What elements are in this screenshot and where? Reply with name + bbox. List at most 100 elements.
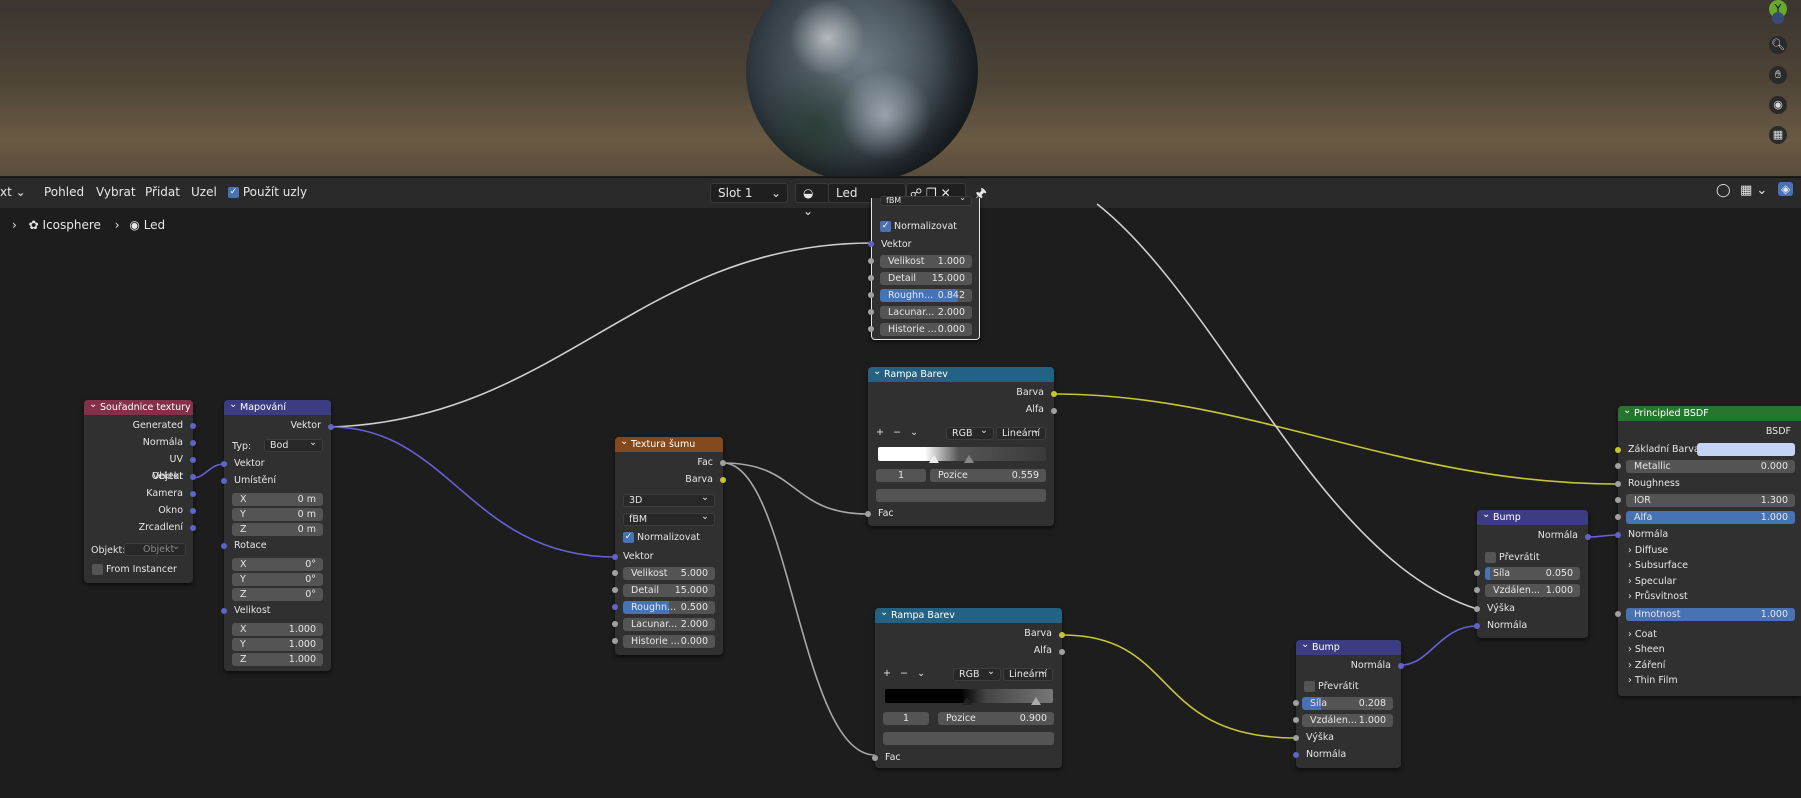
socket-strength[interactable] (1293, 700, 1299, 706)
base-color-swatch[interactable] (1697, 443, 1795, 456)
strength-slider[interactable]: Síla 0.208 (1302, 697, 1393, 710)
socket-scale[interactable] (612, 570, 618, 576)
noise-type-dropdown[interactable]: fBM (623, 511, 715, 526)
node-title[interactable]: Rampa Barev (868, 364, 1054, 382)
socket-normal-out[interactable] (1398, 663, 1404, 669)
socket-transmission-weight[interactable] (1615, 611, 1621, 617)
scale-x-field[interactable]: X 1.000 (232, 623, 323, 636)
socket-normal-in[interactable] (1293, 752, 1299, 758)
socket-scale[interactable] (868, 258, 874, 264)
position-field[interactable]: Pozice 0.900 (938, 712, 1054, 725)
node-color-ramp-1[interactable]: Rampa Barev Barva Alfa + − ⌄ RGB Lineárn… (865, 364, 1057, 526)
socket-normal-in[interactable] (1474, 623, 1480, 629)
type-dropdown[interactable]: Bod (264, 437, 323, 452)
chevron-down-icon[interactable]: ⌄ (910, 427, 918, 438)
socket-roughness[interactable] (1615, 481, 1621, 487)
distortion-field[interactable]: Historie ... 0.000 (880, 323, 972, 336)
normalize-toggle[interactable]: ✓ Normalizovat (880, 221, 957, 232)
active-stop-index[interactable]: 1 (883, 712, 929, 725)
noise-type-dropdown[interactable]: fBM (880, 194, 972, 206)
socket-strength[interactable] (1474, 570, 1480, 576)
panel-sheen[interactable]: Sheen (1628, 644, 1665, 655)
stop-color-swatch[interactable] (876, 489, 1046, 502)
ramp-stop-1[interactable] (929, 455, 939, 463)
chevron-down-icon[interactable]: ⌄ (917, 668, 925, 679)
socket-color-out[interactable] (1059, 632, 1065, 638)
interpolation-dropdown[interactable]: Lineární (996, 425, 1046, 440)
socket-lacunarity[interactable] (868, 309, 874, 315)
socket-uv[interactable] (190, 457, 196, 463)
node-noise-texture-top[interactable]: fBM ✓ Normalizovat Vektor Velikost1.000 … (868, 194, 980, 340)
node-bump-2[interactable]: Bump Normála Převrátit Síla0.050 Vzdálen… (1474, 507, 1591, 638)
socket-distance[interactable] (1293, 717, 1299, 723)
invert-toggle[interactable]: Převrátit (1304, 681, 1359, 692)
rotation-z-field[interactable]: Z 0° (232, 588, 323, 601)
node-title[interactable]: Principled BSDF (1618, 403, 1801, 421)
rotation-x-field[interactable]: X 0° (232, 558, 323, 571)
invert-toggle[interactable]: Převrátit (1485, 552, 1540, 563)
socket-generated[interactable] (190, 423, 196, 429)
roughness-slider[interactable]: Roughn... 0.842 (880, 289, 972, 302)
socket-scale[interactable] (221, 608, 227, 614)
metallic-field[interactable]: Metallic 0.000 (1626, 460, 1795, 473)
rotation-y-field[interactable]: Y 0° (232, 573, 323, 586)
object-picker-field[interactable]: Objekt (124, 541, 186, 556)
panel-thin-film[interactable]: Thin Film (1628, 675, 1678, 686)
scale-field[interactable]: Velikost 1.000 (880, 255, 972, 268)
socket-rotation[interactable] (221, 543, 227, 549)
socket-detail[interactable] (612, 587, 618, 593)
checkbox-icon[interactable] (92, 564, 103, 575)
add-stop-icon[interactable]: + (883, 668, 891, 679)
panel-coat[interactable]: Coat (1628, 629, 1657, 640)
interpolation-dropdown[interactable]: Lineární (1003, 666, 1053, 681)
position-field[interactable]: Pozice 0.559 (930, 469, 1046, 482)
socket-base-color[interactable] (1615, 447, 1621, 453)
color-mode-dropdown[interactable]: RGB (953, 666, 1001, 681)
socket-location[interactable] (221, 478, 227, 484)
socket-vector-in[interactable] (612, 554, 618, 560)
socket-reflection[interactable] (190, 525, 196, 531)
socket-window[interactable] (190, 508, 196, 514)
location-y-field[interactable]: Y0 m (232, 508, 323, 521)
normalize-toggle[interactable]: ✓ Normalizovat (623, 532, 700, 543)
socket-distance[interactable] (1474, 587, 1480, 593)
lacunarity-field[interactable]: Lacunar... 2.000 (880, 306, 972, 319)
remove-stop-icon[interactable]: − (900, 668, 908, 679)
socket-fac-out[interactable] (720, 460, 726, 466)
from-instancer-toggle[interactable]: From Instancer (92, 564, 177, 575)
scale-field[interactable]: Velikost 5.000 (623, 567, 715, 580)
ramp-stop-1[interactable] (962, 697, 972, 705)
distortion-field[interactable]: Historie ... 0.000 (623, 635, 715, 648)
socket-color-out[interactable] (1051, 391, 1057, 397)
alpha-slider[interactable]: Alfa 1.000 (1626, 511, 1795, 524)
socket-normal[interactable] (190, 440, 196, 446)
node-mapping[interactable]: Mapování Vektor Typ: Bod Vektor Umístění… (221, 397, 334, 671)
panel-subsurface[interactable]: Subsurface (1628, 560, 1688, 571)
panel-transmission[interactable]: Průsvitnost (1628, 591, 1688, 602)
panel-diffuse[interactable]: Diffuse (1628, 545, 1668, 556)
socket-fac-in[interactable] (872, 755, 878, 761)
socket-alpha-out[interactable] (1059, 649, 1065, 655)
node-color-ramp-2[interactable]: Rampa Barev Barva Alfa + − ⌄ RGB Lineárn… (872, 605, 1065, 768)
socket-metallic[interactable] (1615, 463, 1621, 469)
socket-alpha[interactable] (1615, 514, 1621, 520)
socket-detail[interactable] (868, 275, 874, 281)
socket-lacunarity[interactable] (612, 621, 618, 627)
panel-emission[interactable]: Záření (1628, 660, 1666, 671)
socket-height[interactable] (1293, 735, 1299, 741)
location-x-field[interactable]: X0 m (232, 493, 323, 506)
scale-y-field[interactable]: Y 1.000 (232, 638, 323, 651)
active-stop-index[interactable]: 1 (876, 469, 926, 482)
location-z-field[interactable]: Z0 m (232, 523, 323, 536)
node-title[interactable]: Souřadnice textury (84, 397, 193, 415)
socket-vector-out[interactable] (328, 424, 334, 430)
roughness-slider[interactable]: Roughn... 0.500 (623, 601, 715, 614)
detail-field[interactable]: Detail 15.000 (880, 272, 972, 285)
node-title[interactable]: Mapování (224, 397, 331, 415)
color-ramp-gradient[interactable] (878, 447, 1046, 461)
socket-ior[interactable] (1615, 497, 1621, 503)
socket-fac-in[interactable] (865, 511, 871, 517)
node-principled-bsdf[interactable]: Principled BSDF BSDF Základní Barva Meta… (1615, 403, 1801, 696)
distance-field[interactable]: Vzdálen... 1.000 (1485, 584, 1580, 597)
ramp-stop-2[interactable] (1031, 697, 1041, 705)
